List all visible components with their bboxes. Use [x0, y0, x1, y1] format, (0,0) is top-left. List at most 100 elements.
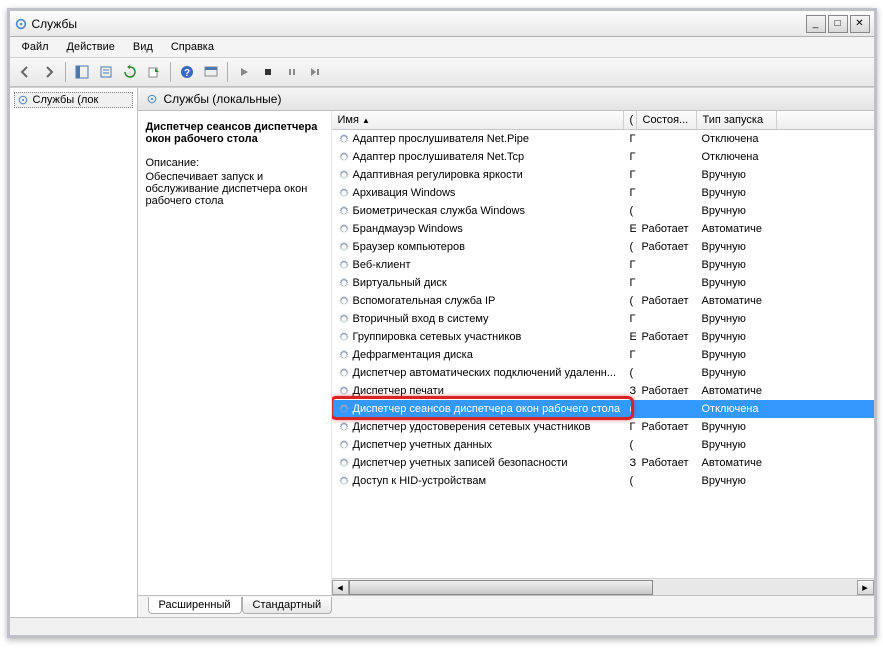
gear-icon: [338, 457, 350, 469]
service-status: Работает: [636, 385, 696, 397]
service-row[interactable]: Диспетчер автоматических подключений уда…: [332, 364, 874, 382]
pause-service-icon[interactable]: [281, 61, 303, 83]
service-startup: Вручную: [696, 187, 776, 199]
panel-header: Службы (локальные): [138, 88, 874, 111]
col-status[interactable]: Состоя...: [637, 111, 697, 129]
service-startup: Вручную: [696, 259, 776, 271]
scroll-right-button[interactable]: ▸: [857, 580, 874, 595]
service-row[interactable]: Архивация WindowsГВручную: [332, 184, 874, 202]
service-startup: Вручную: [696, 349, 776, 361]
service-desc: Г: [624, 421, 636, 433]
services-window: Службы _ □ ✕ Файл Действие Вид Справка ?: [7, 8, 877, 638]
service-name: Диспетчер учетных записей безопасности: [353, 457, 568, 469]
service-desc: Г: [624, 349, 636, 361]
service-name: Доступ к HID-устройствам: [353, 475, 487, 487]
service-row[interactable]: Группировка сетевых участниковЕРаботаетВ…: [332, 328, 874, 346]
service-row[interactable]: Адаптер прослушивателя Net.PipeГОтключен…: [332, 130, 874, 148]
service-name: Диспетчер автоматических подключений уда…: [353, 367, 617, 379]
tree-pane: Службы (лок: [10, 88, 138, 617]
col-name[interactable]: Имя ▲: [332, 111, 624, 129]
service-row[interactable]: Доступ к HID-устройствам(Вручную: [332, 472, 874, 490]
service-startup: Вручную: [696, 205, 776, 217]
service-status: Работает: [636, 331, 696, 343]
service-startup: Отключена: [696, 133, 776, 145]
toolbar: ?: [10, 58, 874, 87]
minimize-button[interactable]: _: [806, 15, 826, 33]
close-button[interactable]: ✕: [850, 15, 870, 33]
scroll-left-button[interactable]: ◂: [332, 580, 349, 595]
service-row[interactable]: Вспомогательная служба IP(РаботаетАвтома…: [332, 292, 874, 310]
console-icon[interactable]: [200, 61, 222, 83]
horizontal-scrollbar[interactable]: ◂ ▸: [332, 578, 874, 595]
service-row[interactable]: Адаптер прослушивателя Net.TcpГОтключена: [332, 148, 874, 166]
menu-file[interactable]: Файл: [14, 39, 57, 55]
service-row[interactable]: Вторичный вход в системуГВручную: [332, 310, 874, 328]
show-hide-tree-icon[interactable]: [71, 61, 93, 83]
col-desc[interactable]: (: [624, 111, 637, 129]
service-row[interactable]: Диспетчер учетных записей безопасностиЗР…: [332, 454, 874, 472]
service-name: Диспетчер печати: [353, 385, 444, 397]
menubar: Файл Действие Вид Справка: [10, 37, 874, 58]
service-name: Адаптер прослушивателя Net.Pipe: [353, 133, 530, 145]
restart-service-icon[interactable]: [305, 61, 327, 83]
service-row[interactable]: Веб-клиентГВручную: [332, 256, 874, 274]
detail-pane: Диспетчер сеансов диспетчера окон рабоче…: [138, 111, 332, 595]
service-desc: Г: [624, 313, 636, 325]
service-name: Адаптивная регулировка яркости: [353, 169, 523, 181]
menu-action[interactable]: Действие: [59, 39, 123, 55]
service-row[interactable]: Диспетчер сеансов диспетчера окон рабоче…: [332, 400, 874, 418]
service-row[interactable]: Дефрагментация дискаГВручную: [332, 346, 874, 364]
titlebar[interactable]: Службы _ □ ✕: [10, 11, 874, 37]
service-startup: Вручную: [696, 439, 776, 451]
tab-extended[interactable]: Расширенный: [148, 597, 242, 614]
service-desc: Г: [624, 187, 636, 199]
gear-icon: [338, 151, 350, 163]
tab-standard[interactable]: Стандартный: [242, 597, 333, 614]
service-row[interactable]: Адаптивная регулировка яркостиГВручную: [332, 166, 874, 184]
maximize-button[interactable]: □: [828, 15, 848, 33]
service-desc: Е: [624, 331, 636, 343]
service-row[interactable]: Брандмауэр WindowsЕРаботаетАвтоматиче: [332, 220, 874, 238]
service-name: Диспетчер учетных данных: [353, 439, 493, 451]
help-icon[interactable]: ?: [176, 61, 198, 83]
detail-title: Диспетчер сеансов диспетчера окон рабоче…: [146, 121, 323, 145]
gear-icon: [338, 331, 350, 343]
service-startup: Автоматиче: [696, 223, 776, 235]
service-startup: Отключена: [696, 403, 776, 415]
service-desc: З: [624, 457, 636, 469]
service-name: Браузер компьютеров: [353, 241, 465, 253]
service-row[interactable]: Биометрическая служба Windows(Вручную: [332, 202, 874, 220]
gear-icon: [338, 313, 350, 325]
statusbar: [10, 617, 874, 635]
service-row[interactable]: Браузер компьютеров(РаботаетВручную: [332, 238, 874, 256]
gear-icon: [338, 421, 350, 433]
service-desc: (: [624, 295, 636, 307]
service-status: Работает: [636, 421, 696, 433]
gear-icon: [338, 133, 350, 145]
service-desc: (: [624, 241, 636, 253]
stop-service-icon[interactable]: [257, 61, 279, 83]
service-row[interactable]: Диспетчер учетных данных(Вручную: [332, 436, 874, 454]
refresh-icon[interactable]: [119, 61, 141, 83]
menu-help[interactable]: Справка: [163, 39, 222, 55]
service-desc: Е: [624, 223, 636, 235]
service-row[interactable]: Виртуальный дискГВручную: [332, 274, 874, 292]
service-startup: Автоматиче: [696, 385, 776, 397]
forward-button[interactable]: [38, 61, 60, 83]
service-name: Диспетчер сеансов диспетчера окон рабоче…: [353, 403, 621, 415]
scroll-thumb[interactable]: [349, 580, 654, 595]
service-name: Виртуальный диск: [353, 277, 447, 289]
tree-node-services[interactable]: Службы (лок: [14, 92, 133, 108]
service-startup: Отключена: [696, 151, 776, 163]
col-startup[interactable]: Тип запуска: [697, 111, 777, 129]
export-icon[interactable]: [143, 61, 165, 83]
menu-view[interactable]: Вид: [125, 39, 161, 55]
svg-text:?: ?: [183, 68, 189, 79]
properties-icon[interactable]: [95, 61, 117, 83]
service-row[interactable]: Диспетчер печатиЗРаботаетАвтоматиче: [332, 382, 874, 400]
start-service-icon[interactable]: [233, 61, 255, 83]
gear-icon: [338, 169, 350, 181]
back-button[interactable]: [14, 61, 36, 83]
service-row[interactable]: Диспетчер удостоверения сетевых участник…: [332, 418, 874, 436]
gear-icon: [338, 259, 350, 271]
